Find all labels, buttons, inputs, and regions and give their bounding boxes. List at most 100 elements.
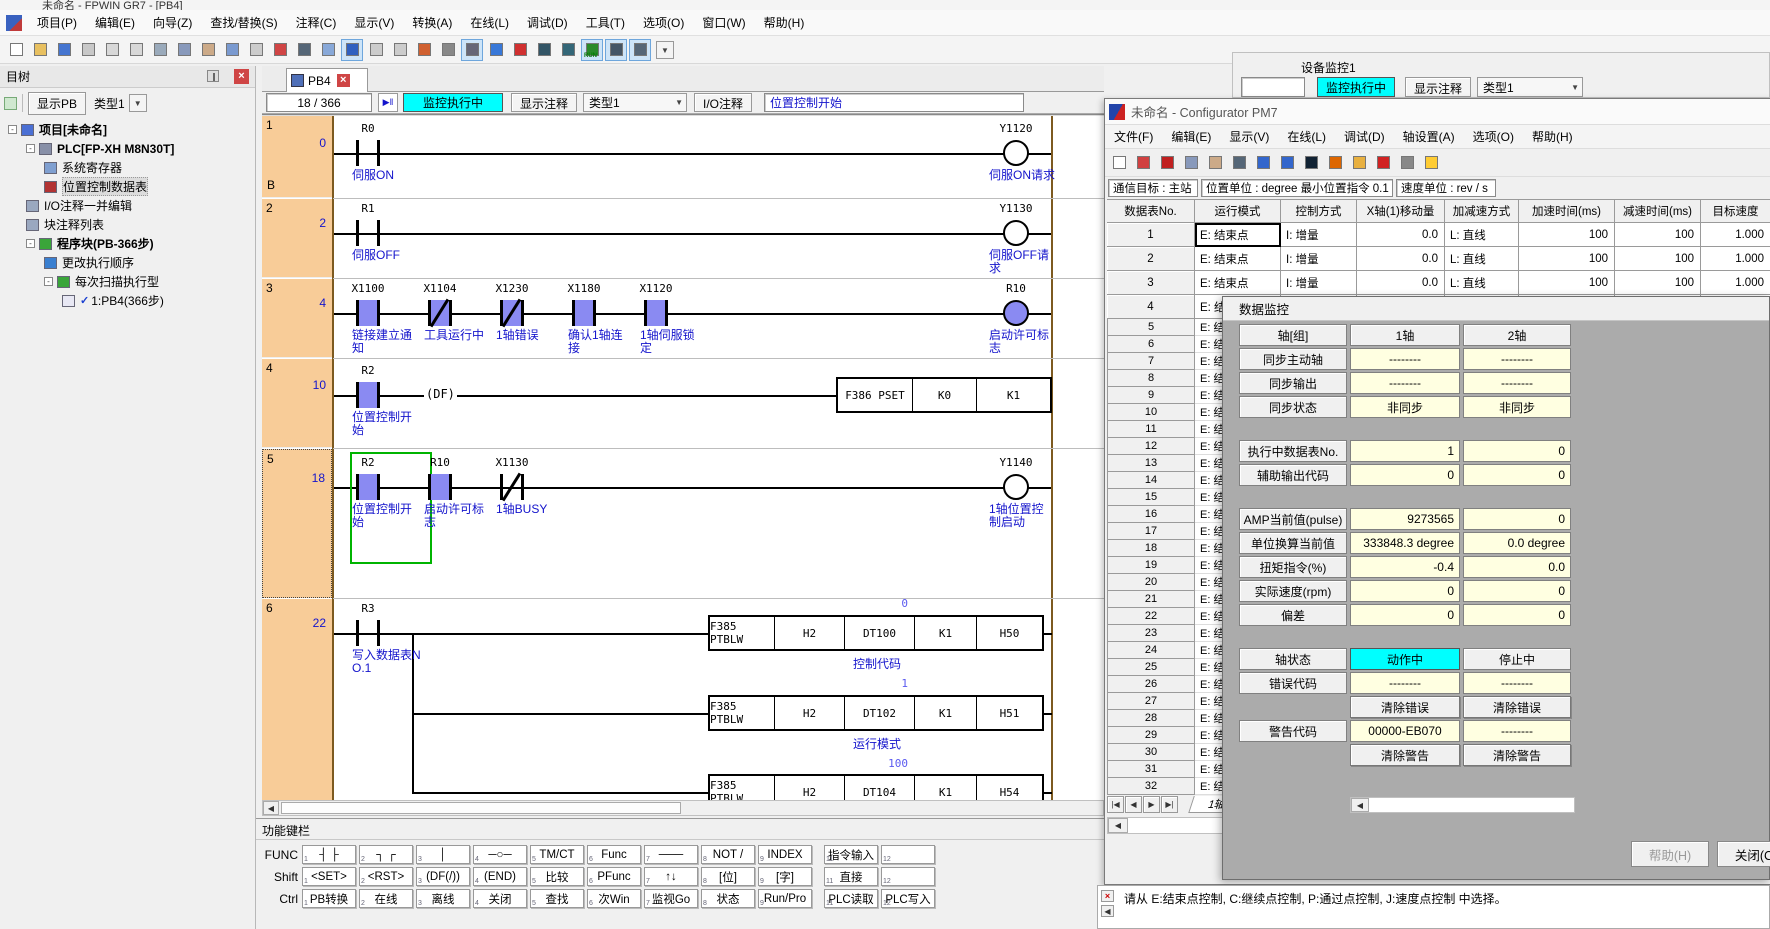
- function-key[interactable]: 1PB转换: [302, 889, 356, 908]
- dialog-hscrollbar[interactable]: ◀: [1350, 797, 1575, 813]
- toolbar-icon[interactable]: [1396, 152, 1418, 174]
- filter-icon[interactable]: [4, 97, 17, 110]
- scroll-left-icon[interactable]: ◀: [263, 801, 279, 815]
- function-key[interactable]: 12: [881, 867, 935, 886]
- rung-gutter-selected[interactable]: 5 18: [262, 449, 332, 598]
- function-key[interactable]: 5TM/CT: [530, 845, 584, 864]
- function-key[interactable]: 9[字]: [758, 867, 812, 886]
- function-key[interactable]: 8状态: [701, 889, 755, 908]
- show-comment-button[interactable]: 显示注释: [1405, 77, 1471, 97]
- function-key[interactable]: 4关闭: [473, 889, 527, 908]
- last-page-icon[interactable]: ▶|: [1161, 796, 1178, 813]
- rung-gutter[interactable]: 2 2: [262, 199, 332, 278]
- axis2-value[interactable]: 0: [1463, 508, 1571, 530]
- menu-item[interactable]: 查找/替换(S): [201, 12, 286, 34]
- contact[interactable]: [356, 620, 380, 646]
- toolbar-icon[interactable]: [5, 39, 27, 61]
- axis1-value[interactable]: 清除警告: [1350, 744, 1460, 766]
- toolbar-icon[interactable]: [1252, 152, 1274, 174]
- axis2-value[interactable]: 0.0 degree: [1463, 532, 1571, 554]
- ladder-canvas[interactable]: 1 0 B 2 2 3 4 4 10 5 18 6 22 R0 伺服ON Y: [262, 114, 1104, 800]
- function-key[interactable]: 4(END): [473, 867, 527, 886]
- function-key[interactable]: 11PLC读取: [824, 889, 878, 908]
- toolbar-icon[interactable]: [1228, 152, 1250, 174]
- menu-item[interactable]: 显示(V): [1220, 126, 1278, 148]
- contact-on[interactable]: [644, 300, 668, 326]
- table-row[interactable]: 3 E: 结束点 I: 增量 0.0 L: 直线 100 100 1.000: [1105, 271, 1770, 295]
- show-comment-button[interactable]: 显示注释: [511, 93, 577, 112]
- function-key[interactable]: 8NOT /: [701, 845, 755, 864]
- function-key[interactable]: 9INDEX: [758, 845, 812, 864]
- axis1-value[interactable]: 非同步: [1350, 396, 1460, 418]
- axis2-value[interactable]: 清除错误: [1463, 696, 1571, 718]
- prev-page-icon[interactable]: ◀: [1125, 796, 1142, 813]
- toolbar-icon[interactable]: [317, 39, 339, 61]
- function-key[interactable]: 5查找: [530, 889, 584, 908]
- function-key[interactable]: 3(DF(/)): [416, 867, 470, 886]
- function-key[interactable]: 3│: [416, 845, 470, 864]
- scroll-thumb[interactable]: [281, 802, 681, 814]
- menu-item[interactable]: 文件(F): [1105, 126, 1162, 148]
- toolbar-icon[interactable]: [245, 39, 267, 61]
- toolbar-icon[interactable]: [1180, 152, 1202, 174]
- contact-on[interactable]: [356, 300, 380, 326]
- contact[interactable]: [356, 140, 380, 166]
- table-row[interactable]: 1 E: 结束点 I: 增量 0.0 L: 直线 100 100 1.000: [1105, 223, 1770, 247]
- rung-gutter[interactable]: 4 10: [262, 359, 332, 448]
- function-key[interactable]: 6Func: [587, 845, 641, 864]
- help-button[interactable]: 帮助(H): [1631, 841, 1709, 867]
- function-key[interactable]: 2在线: [359, 889, 413, 908]
- expand-icon[interactable]: -: [44, 277, 53, 286]
- dialog-titlebar[interactable]: 数据监控: [1223, 297, 1769, 321]
- axis2-value[interactable]: --------: [1463, 672, 1571, 694]
- contact-on[interactable]: [428, 474, 452, 500]
- axis1-value[interactable]: 333848.3 degree: [1350, 532, 1460, 554]
- menu-item[interactable]: 在线(L): [461, 12, 518, 34]
- function-key[interactable]: 7↑↓: [644, 867, 698, 886]
- menu-item[interactable]: 调试(D): [1335, 126, 1394, 148]
- function-key[interactable]: 2<RST>: [359, 867, 413, 886]
- collapse-icon[interactable]: ◀: [1101, 905, 1114, 917]
- menu-item[interactable]: 转换(A): [403, 12, 461, 34]
- function-key[interactable]: 7───: [644, 845, 698, 864]
- rung-gutter[interactable]: 1 0 B: [262, 116, 332, 198]
- tree-item[interactable]: 更改执行顺序: [0, 253, 255, 272]
- axis1-value[interactable]: --------: [1350, 672, 1460, 694]
- axis2-value[interactable]: 0: [1463, 580, 1571, 602]
- toolbar-icon[interactable]: [53, 39, 75, 61]
- scroll-left-icon[interactable]: ◀: [1351, 798, 1369, 812]
- function-block[interactable]: F385 PTBLW H2 DT104 K1 H54: [708, 774, 1044, 800]
- toolbar-icon[interactable]: [341, 39, 363, 61]
- toolbar-icon[interactable]: [149, 39, 171, 61]
- tree-item[interactable]: 系统寄存器: [0, 158, 255, 177]
- first-page-icon[interactable]: |◀: [1107, 796, 1124, 813]
- contact[interactable]: [356, 220, 380, 246]
- toolbar-icon[interactable]: [1300, 152, 1322, 174]
- axis2-value[interactable]: 0: [1463, 464, 1571, 486]
- axis1-value[interactable]: 0: [1350, 464, 1460, 486]
- type-select[interactable]: 类型1▼: [583, 93, 687, 112]
- axis2-value[interactable]: 停止中: [1463, 648, 1571, 670]
- axis1-value[interactable]: -0.4: [1350, 556, 1460, 578]
- toolbar-icon[interactable]: [77, 39, 99, 61]
- table-row[interactable]: 2 E: 结束点 I: 增量 0.0 L: 直线 100 100 1.000: [1105, 247, 1770, 271]
- tree-item[interactable]: - PLC[FP-XH M8N30T]: [0, 139, 255, 158]
- rung-gutter[interactable]: 3 4: [262, 279, 332, 358]
- toolbar-icon[interactable]: [365, 39, 387, 61]
- axis2-value[interactable]: 0: [1463, 604, 1571, 626]
- function-key[interactable]: 2┐ ┌: [359, 845, 413, 864]
- function-key[interactable]: 12PLC写入: [881, 889, 935, 908]
- toolbar-icon[interactable]: [1420, 152, 1442, 174]
- tree-item[interactable]: - 程序块(PB-366步): [0, 234, 255, 253]
- toolbar-icon[interactable]: [533, 39, 555, 61]
- menu-item[interactable]: 显示(V): [345, 12, 403, 34]
- menu-item[interactable]: 编辑(E): [1162, 126, 1220, 148]
- function-key[interactable]: 12: [881, 845, 935, 864]
- toolbar-icon[interactable]: [389, 39, 411, 61]
- menu-item[interactable]: 项目(P): [28, 12, 86, 34]
- toolbar-icon[interactable]: RUN: [581, 39, 603, 61]
- toolbar-icon[interactable]: [605, 39, 627, 61]
- tree-item[interactable]: - 项目[未命名]: [0, 120, 255, 139]
- tab-close-icon[interactable]: ×: [337, 74, 350, 87]
- toolbar-icon[interactable]: [197, 39, 219, 61]
